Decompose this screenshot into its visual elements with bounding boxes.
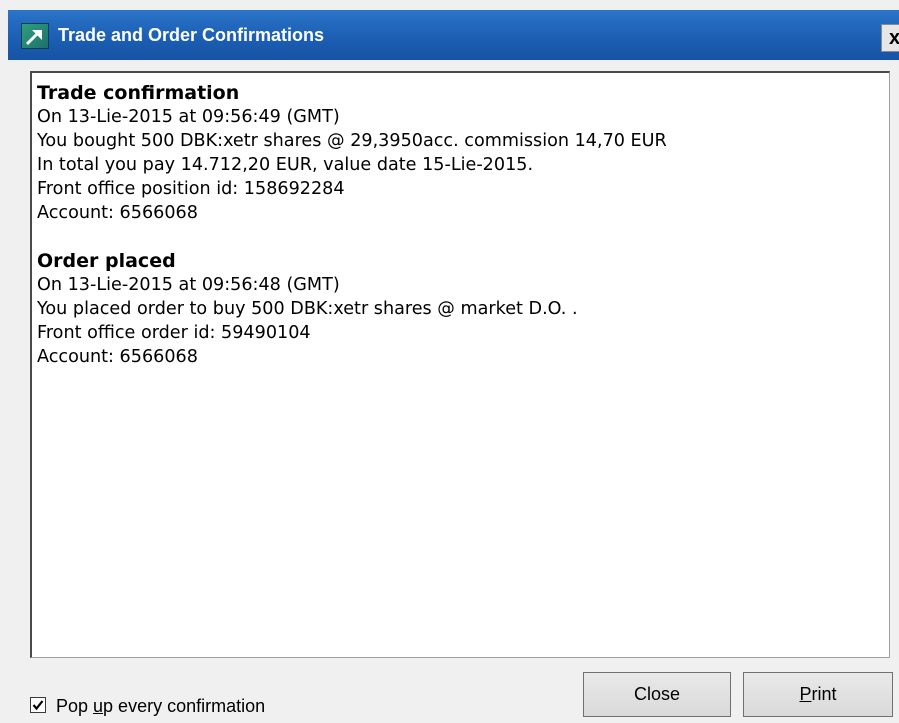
trade-line: Account: 6566068 xyxy=(37,203,198,223)
confirmations-dialog: Trade and Order Confirmations x Trade co… xyxy=(0,0,899,723)
popup-checkbox-label[interactable]: Pop up every confirmation xyxy=(56,695,265,717)
trade-line: You bought 500 DBK:xetr shares @ 29,3950… xyxy=(37,131,667,151)
close-icon[interactable]: x xyxy=(881,24,899,52)
window-title: Trade and Order Confirmations xyxy=(58,25,325,45)
title-bar[interactable]: Trade and Order Confirmations x xyxy=(8,10,899,60)
arrow-up-right-icon xyxy=(21,23,49,49)
checkmark-icon xyxy=(32,700,44,711)
close-button[interactable]: Close xyxy=(583,672,731,717)
order-placed-heading: Order placed xyxy=(37,250,176,272)
order-placed-section: Order placed On 13-Lie-2015 at 09:56:48 … xyxy=(37,249,889,369)
order-line: Front office order id: 59490104 xyxy=(37,323,311,343)
order-line: You placed order to buy 500 DBK:xetr sha… xyxy=(37,299,578,319)
print-button[interactable]: Print xyxy=(743,672,893,717)
popup-checkbox[interactable] xyxy=(30,697,46,713)
trade-line: Front office position id: 158692284 xyxy=(37,179,345,199)
trade-line: In total you pay 14.712,20 EUR, value da… xyxy=(37,155,534,175)
order-line: On 13-Lie-2015 at 09:56:48 (GMT) xyxy=(37,275,340,295)
trade-confirmation-section: Trade confirmation On 13-Lie-2015 at 09:… xyxy=(37,81,889,225)
trade-confirmation-heading: Trade confirmation xyxy=(37,82,240,104)
order-line: Account: 6566068 xyxy=(37,347,198,367)
trade-line: On 13-Lie-2015 at 09:56:49 (GMT) xyxy=(37,107,340,127)
confirmation-text-area[interactable]: Trade confirmation On 13-Lie-2015 at 09:… xyxy=(30,71,890,658)
